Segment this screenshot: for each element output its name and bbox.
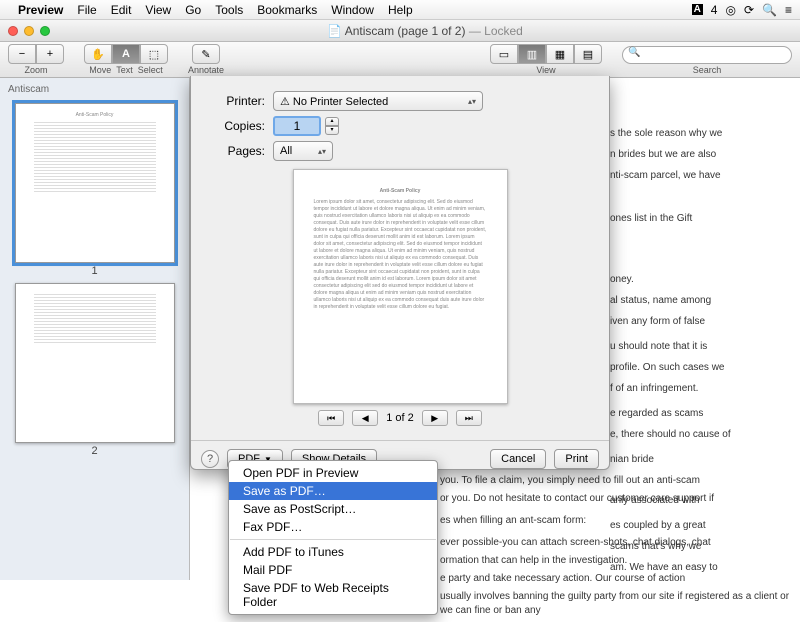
- menu-item-mail-pdf[interactable]: Mail PDF: [229, 561, 437, 579]
- zoom-window-button[interactable]: [40, 26, 50, 36]
- print-preview-page: Anti-Scam Policy Lorem ipsum dolor sit a…: [293, 169, 508, 404]
- chevron-updown-icon: ▴▾: [318, 147, 326, 156]
- menu-item-add-to-itunes[interactable]: Add PDF to iTunes: [229, 543, 437, 561]
- zoom-label: Zoom: [24, 65, 47, 75]
- select-tool-button[interactable]: ⬚: [140, 44, 168, 64]
- move-tool-button[interactable]: ✋: [84, 44, 112, 64]
- thumbnail-number-2: 2: [4, 445, 185, 457]
- view-mode-1-button[interactable]: ▭: [490, 44, 518, 64]
- app-menu[interactable]: Preview: [18, 3, 63, 17]
- search-input[interactable]: [622, 46, 792, 64]
- sidebar-title: Antiscam: [4, 82, 185, 97]
- printer-select[interactable]: ⚠ No Printer Selected ▴▾: [273, 91, 483, 111]
- menu-edit[interactable]: Edit: [111, 3, 132, 17]
- menu-extra-icon[interactable]: ≡: [785, 3, 792, 17]
- menu-item-save-as-postscript[interactable]: Save as PostScript…: [229, 500, 437, 518]
- print-dialog: Printer: ⚠ No Printer Selected ▴▾ Copies…: [190, 76, 610, 470]
- close-window-button[interactable]: [8, 26, 18, 36]
- menu-item-save-as-pdf[interactable]: Save as PDF…: [229, 482, 437, 500]
- copies-label: Copies:: [205, 119, 265, 133]
- menubar: Preview File Edit View Go Tools Bookmark…: [0, 0, 800, 20]
- thumbnail-number-1: 1: [4, 265, 185, 277]
- window-titlebar: 📄 Antiscam (page 1 of 2) — Locked: [0, 20, 800, 42]
- printer-label: Printer:: [205, 94, 265, 108]
- sync-icon[interactable]: ⟳: [744, 3, 754, 17]
- window-title: Antiscam (page 1 of 2): [345, 24, 466, 38]
- text-tool-button[interactable]: A: [112, 44, 140, 64]
- menu-go[interactable]: Go: [185, 3, 201, 17]
- menu-item-fax-pdf[interactable]: Fax PDF…: [229, 518, 437, 536]
- view-mode-3-button[interactable]: ▦: [546, 44, 574, 64]
- search-label: Search: [693, 65, 722, 75]
- last-page-button[interactable]: ⏭: [456, 410, 482, 426]
- annotate-label: Annotate: [188, 65, 224, 75]
- menu-file[interactable]: File: [77, 3, 96, 17]
- first-page-button[interactable]: ⏮: [318, 410, 344, 426]
- spotify-icon[interactable]: ◎: [725, 3, 735, 17]
- doc-icon: 📄: [327, 24, 342, 38]
- help-button[interactable]: ?: [201, 450, 219, 468]
- cancel-button[interactable]: Cancel: [490, 449, 546, 469]
- page-thumbnail-2[interactable]: [15, 283, 175, 443]
- zoom-out-button[interactable]: −: [8, 44, 36, 64]
- toolbar: − + Zoom ✋ A ⬚ Move Text Select ✎ Annota…: [0, 42, 800, 78]
- menu-separator: [230, 539, 436, 540]
- prev-page-button[interactable]: ◀: [352, 410, 378, 426]
- stepper-down-button[interactable]: ▾: [325, 126, 339, 135]
- thumbnail-sidebar: Antiscam Anti-Scam Policy 1 2: [0, 78, 190, 580]
- minimize-window-button[interactable]: [24, 26, 34, 36]
- adobe-icon[interactable]: A: [692, 4, 703, 15]
- tool-labels: Move Text Select: [89, 65, 163, 75]
- copies-input[interactable]: [273, 116, 321, 136]
- stepper-up-button[interactable]: ▴: [325, 117, 339, 126]
- spotlight-icon[interactable]: 🔍: [762, 3, 777, 17]
- page-thumbnail-1[interactable]: Anti-Scam Policy: [15, 103, 175, 263]
- document-text-fragment-bottom: you. To file a claim, you simply need to…: [440, 470, 790, 622]
- copies-stepper[interactable]: ▴ ▾: [325, 117, 339, 135]
- status-badge: 4: [711, 3, 718, 17]
- page-indicator: 1 of 2: [386, 412, 414, 424]
- pages-label: Pages:: [205, 144, 265, 158]
- search-icon: 🔍: [628, 47, 640, 58]
- view-label: View: [536, 65, 555, 75]
- menu-tools[interactable]: Tools: [215, 3, 243, 17]
- next-page-button[interactable]: ▶: [422, 410, 448, 426]
- locked-label: — Locked: [469, 24, 523, 38]
- menu-bookmarks[interactable]: Bookmarks: [257, 3, 317, 17]
- menu-help[interactable]: Help: [388, 3, 413, 17]
- menu-item-open-pdf-preview[interactable]: Open PDF in Preview: [229, 464, 437, 482]
- chevron-updown-icon: ▴▾: [468, 97, 476, 106]
- zoom-in-button[interactable]: +: [36, 44, 64, 64]
- menu-view[interactable]: View: [145, 3, 171, 17]
- pages-select[interactable]: All ▴▾: [273, 141, 333, 161]
- view-mode-2-button[interactable]: ▥: [518, 44, 546, 64]
- menu-item-save-web-receipts[interactable]: Save PDF to Web Receipts Folder: [229, 579, 437, 611]
- annotate-button[interactable]: ✎: [192, 44, 220, 64]
- pdf-menu: Open PDF in Preview Save as PDF… Save as…: [228, 460, 438, 615]
- print-button[interactable]: Print: [554, 449, 599, 469]
- view-mode-4-button[interactable]: ▤: [574, 44, 602, 64]
- menu-window[interactable]: Window: [331, 3, 374, 17]
